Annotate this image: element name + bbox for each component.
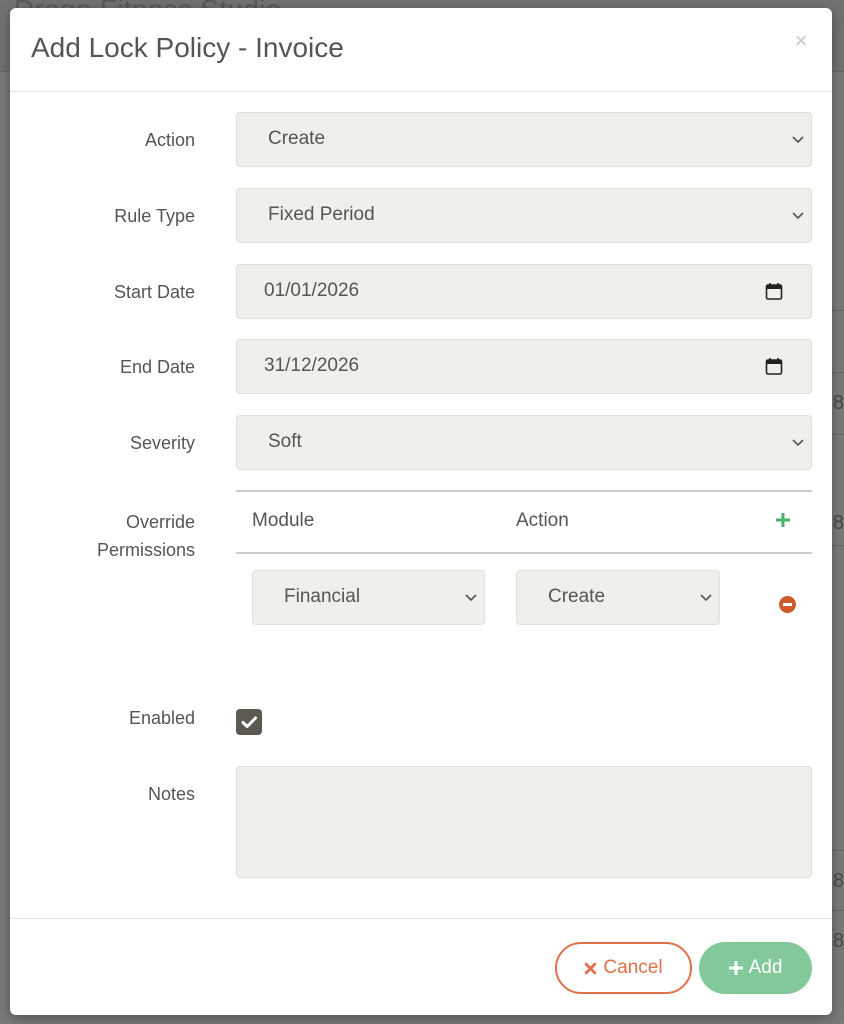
permission-module-value: Financial	[284, 586, 361, 607]
chevron-down-icon	[792, 212, 804, 220]
background-row-divider	[830, 850, 844, 851]
add-button[interactable]: Add	[699, 942, 812, 994]
permission-action-value: Create	[548, 586, 606, 607]
severity-label: Severity	[129, 433, 195, 453]
checkmark-icon	[241, 716, 257, 728]
notes-label: Notes	[147, 784, 195, 804]
notes-textarea[interactable]	[236, 766, 812, 878]
action-label: Action	[144, 130, 195, 150]
permission-action-select[interactable]: Create	[516, 570, 720, 625]
permission-module-select[interactable]: Financial	[252, 570, 485, 625]
background-row-divider	[830, 545, 844, 546]
chevron-down-icon	[792, 439, 804, 447]
start-date-value: 01/01/2026	[264, 280, 360, 301]
table-top-border	[236, 490, 812, 492]
override-permissions-label-line1: Override	[125, 512, 195, 532]
background-row-divider	[830, 434, 844, 435]
chevron-down-icon	[700, 594, 712, 602]
plus-icon	[728, 961, 743, 975]
start-date-input[interactable]: 01/01/2026	[236, 264, 812, 319]
background-row-divider	[830, 910, 844, 911]
background-row-value: 8	[832, 870, 844, 892]
cancel-button[interactable]: Cancel	[555, 942, 692, 994]
modal-footer-divider	[10, 918, 832, 919]
calendar-icon[interactable]	[765, 357, 783, 376]
modal-header: Add Lock Policy - Invoice ×	[10, 8, 832, 92]
calendar-icon[interactable]	[765, 282, 783, 301]
background-row-divider	[830, 310, 844, 311]
rule-type-select-value: Fixed Period	[268, 204, 375, 225]
override-permissions-label: Override Permissions	[10, 508, 195, 564]
add-lock-policy-modal: Add Lock Policy - Invoice × Action Creat…	[10, 8, 832, 1015]
action-select-value: Create	[268, 128, 326, 149]
column-header-module: Module	[252, 510, 315, 531]
background-row-value: 8	[832, 930, 844, 952]
severity-select-value: Soft	[268, 431, 302, 452]
add-button-label: Add	[748, 957, 783, 978]
x-icon	[585, 962, 597, 974]
background-row-divider	[830, 372, 844, 373]
enabled-checkbox[interactable]	[236, 709, 262, 735]
end-date-label: End Date	[119, 357, 195, 377]
column-header-action: Action	[516, 510, 569, 531]
override-permissions-label-line2: Permissions	[96, 540, 195, 560]
chevron-down-icon	[792, 136, 804, 144]
rule-type-select[interactable]: Fixed Period	[236, 188, 812, 243]
add-button-content: Add	[699, 942, 812, 994]
modal-title: Add Lock Policy - Invoice	[31, 32, 344, 63]
end-date-input[interactable]: 31/12/2026	[236, 339, 812, 394]
background-row-value: 8	[832, 392, 844, 414]
end-date-value: 31/12/2026	[264, 355, 360, 376]
table-header-divider	[236, 552, 812, 554]
cancel-button-label: Cancel	[603, 957, 663, 978]
severity-select[interactable]: Soft	[236, 415, 812, 470]
enabled-label: Enabled	[128, 708, 195, 728]
chevron-down-icon	[465, 594, 477, 602]
remove-permission-minus-icon[interactable]	[779, 596, 796, 613]
cancel-button-content: Cancel	[557, 944, 690, 992]
start-date-label: Start Date	[113, 282, 195, 302]
action-select[interactable]: Create	[236, 112, 812, 167]
background-row-value: 8	[832, 512, 844, 534]
add-permission-plus-icon[interactable]	[775, 512, 791, 528]
rule-type-label: Rule Type	[114, 206, 195, 226]
close-button[interactable]: ×	[790, 30, 812, 52]
